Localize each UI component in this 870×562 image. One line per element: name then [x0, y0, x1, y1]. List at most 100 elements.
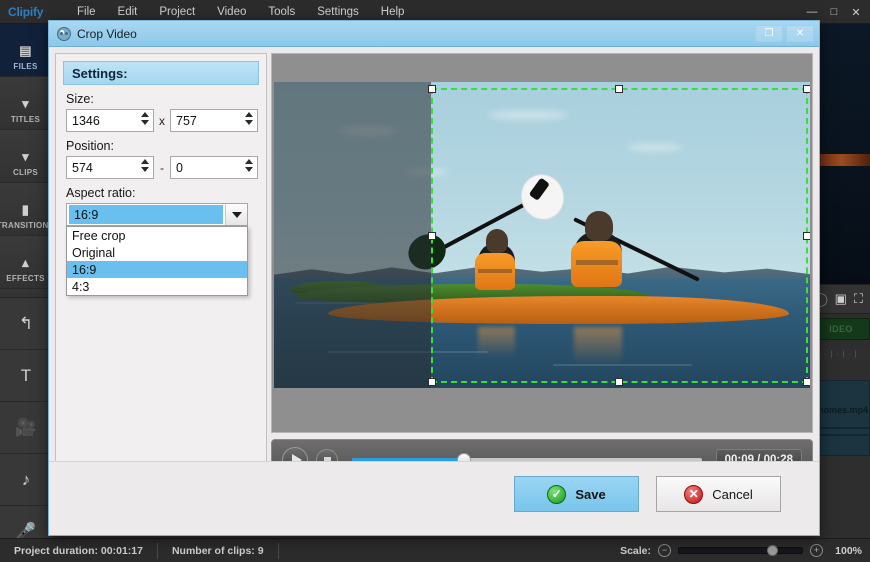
sidebar-label-clips: CLIPS	[12, 168, 39, 177]
music-tool-button[interactable]: ♪	[0, 454, 52, 506]
size-width-input[interactable]	[67, 110, 131, 131]
size-width-arrows[interactable]	[141, 112, 149, 125]
size-height-input[interactable]	[171, 110, 235, 131]
video-tool-button[interactable]: 🎥	[0, 402, 52, 454]
sidebar-label-effects: EFFECTS	[6, 274, 45, 283]
aspect-ratio-field[interactable]: 16:9	[66, 203, 248, 226]
undo-button[interactable]: ↰	[0, 298, 52, 350]
save-button-label: Save	[575, 486, 606, 502]
video-preview-area	[271, 53, 813, 433]
sidebar-label-files: FILES	[13, 62, 38, 71]
position-x-input[interactable]	[67, 157, 131, 178]
timeline-clip-divider-1	[813, 427, 869, 429]
timeline-ruler: · | · | · | · |	[812, 348, 870, 362]
minimize-icon[interactable]: —	[802, 3, 822, 21]
dialog-title-bar[interactable]: Crop Video ❐ ✕	[49, 21, 819, 47]
settings-panel: Settings: Size: x	[55, 53, 267, 481]
dialog-maximize-icon[interactable]: ❐	[755, 25, 783, 42]
position-x-arrows[interactable]	[141, 159, 149, 172]
close-icon[interactable]: ✕	[846, 3, 866, 21]
cancel-button[interactable]: ✕ Cancel	[656, 476, 781, 512]
crop-handle-bottom-center[interactable]	[615, 378, 624, 387]
clip-count-label: Number of clips: 9	[158, 542, 279, 559]
main-preview-pane	[812, 24, 870, 284]
size-width-stepper[interactable]	[66, 109, 154, 132]
dialog-title: Crop Video	[77, 26, 137, 41]
crop-selection-box[interactable]	[427, 85, 810, 387]
position-x-stepper[interactable]	[66, 156, 154, 179]
scale-value: 100%	[835, 544, 862, 557]
left-tool-buttons: ↰ T 🎥 ♪ 🎤	[0, 297, 52, 562]
scale-label: Scale:	[620, 544, 651, 557]
chevron-up-icon[interactable]	[245, 112, 253, 117]
dialog-footer: ✓ Save ✕ Cancel	[49, 461, 819, 535]
cancel-button-label: Cancel	[712, 486, 753, 502]
size-separator: x	[159, 113, 165, 128]
zoom-in-icon[interactable]: +	[810, 544, 823, 557]
crop-handle-bottom-left[interactable]	[427, 378, 436, 387]
chevron-up-icon[interactable]	[141, 159, 149, 164]
chevron-down-icon[interactable]	[225, 204, 247, 225]
chevron-up-icon[interactable]	[245, 159, 253, 164]
sidebar-item-effects[interactable]: ▴ EFFECTS	[0, 236, 51, 289]
chevron-down-icon[interactable]	[245, 120, 253, 125]
chevron-up-icon[interactable]	[141, 112, 149, 117]
position-y-stepper[interactable]	[170, 156, 258, 179]
position-separator: -	[160, 160, 164, 175]
size-height-stepper[interactable]	[170, 109, 258, 132]
aspect-option-16-9[interactable]: 16:9	[67, 261, 247, 278]
project-duration-label: Project duration: 00:01:17	[0, 542, 158, 559]
crop-video-dialog: Crop Video ❐ ✕ Settings: Size: x	[48, 20, 820, 536]
fullscreen-icon[interactable]: ⛶	[854, 291, 863, 307]
scale-controls: Scale: − + 100%	[620, 544, 862, 557]
chevron-down-icon[interactable]	[141, 120, 149, 125]
dialog-window-controls: ❐ ✕	[755, 25, 814, 42]
video-frame[interactable]	[274, 82, 810, 388]
crop-handle-top-center[interactable]	[615, 85, 624, 94]
aspect-option-free-crop[interactable]: Free crop	[67, 227, 247, 244]
timeline-clip[interactable]: -homes.mp4	[812, 380, 870, 456]
crop-dimmed-region	[274, 82, 431, 388]
position-y-arrows[interactable]	[245, 159, 253, 172]
crop-handle-middle-right[interactable]	[802, 231, 810, 240]
size-label: Size:	[66, 92, 94, 106]
clips-icon: ▾	[22, 149, 29, 164]
position-row: -	[66, 156, 266, 179]
sidebar-item-titles[interactable]: ▾ TITLES	[0, 77, 51, 130]
crop-handle-bottom-right[interactable]	[802, 378, 810, 387]
chevron-down-icon[interactable]	[141, 167, 149, 172]
save-video-button[interactable]: IDEO	[812, 318, 870, 340]
size-height-arrows[interactable]	[245, 112, 253, 125]
sidebar-item-files[interactable]: ▤ FILES	[0, 24, 51, 77]
camera-icon[interactable]: ▣	[835, 291, 847, 307]
sidebar-label-transitions: TRANSITIONS	[0, 221, 55, 230]
settings-header: Settings:	[63, 61, 259, 85]
aspect-option-4-3[interactable]: 4:3	[67, 278, 247, 295]
aspect-option-original[interactable]: Original	[67, 244, 247, 261]
crop-handle-top-right[interactable]	[802, 85, 810, 94]
title-icon: ▾	[22, 96, 29, 111]
scale-slider[interactable]	[678, 545, 803, 556]
dialog-body: Settings: Size: x	[49, 47, 819, 535]
scale-slider-knob[interactable]	[767, 545, 778, 556]
position-label: Position:	[66, 139, 114, 153]
position-y-input[interactable]	[171, 157, 235, 178]
save-button[interactable]: ✓ Save	[514, 476, 639, 512]
sidebar-label-titles: TITLES	[10, 115, 41, 124]
aspect-ratio-combobox[interactable]: 16:9 Free crop Original 16:9 4:3	[66, 203, 248, 296]
app-logo: Clipify	[8, 4, 44, 19]
text-tool-button[interactable]: T	[0, 350, 52, 402]
sidebar-item-transitions[interactable]: ▮ TRANSITIONS	[0, 183, 55, 236]
sidebar-item-clips[interactable]: ▾ CLIPS	[0, 130, 51, 183]
maximize-icon[interactable]: □	[824, 3, 844, 21]
aspect-ratio-label: Aspect ratio:	[66, 186, 136, 200]
dialog-close-icon[interactable]: ✕	[786, 25, 814, 42]
crop-handle-middle-left[interactable]	[427, 231, 436, 240]
chevron-down-icon[interactable]	[245, 167, 253, 172]
transition-icon: ▮	[21, 202, 30, 217]
effects-icon: ▴	[22, 255, 29, 270]
crop-handle-top-left[interactable]	[427, 85, 436, 94]
zoom-out-icon[interactable]: −	[658, 544, 671, 557]
aspect-ratio-dropdown-list[interactable]: Free crop Original 16:9 4:3	[66, 226, 248, 296]
aspect-ratio-value: 16:9	[69, 205, 223, 224]
